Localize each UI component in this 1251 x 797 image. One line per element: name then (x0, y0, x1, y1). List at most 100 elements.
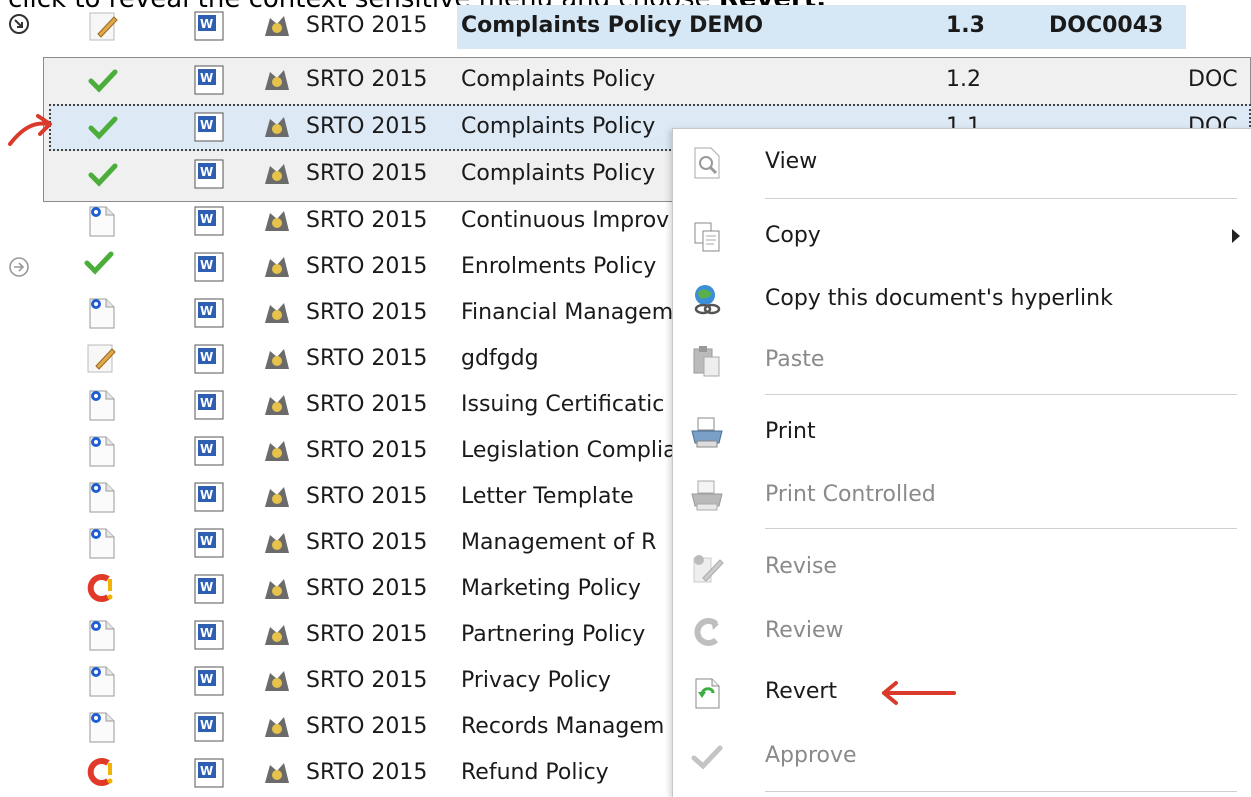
menu-item-label: Revise (765, 554, 837, 579)
folder-label: SRTO 2015 (306, 484, 428, 509)
svg-text:W: W (200, 672, 213, 686)
document-title: Refund Policy (461, 760, 609, 785)
crest-icon (265, 70, 289, 90)
folder-label: SRTO 2015 (306, 530, 428, 555)
svg-text:W: W (200, 212, 213, 226)
crest-icon (262, 667, 292, 699)
menu-separator (765, 394, 1237, 395)
collapse-circle-icon[interactable] (8, 13, 30, 35)
svg-text:W: W (200, 17, 213, 31)
review-warning-icon (84, 571, 118, 609)
crest-icon (262, 529, 292, 561)
folder-label: SRTO 2015 (306, 67, 428, 92)
menu-item-print-controlled[interactable]: Print Controlled (673, 466, 1251, 524)
draft-blue-icon (84, 387, 118, 427)
crest-icon (262, 391, 292, 423)
folder-label: SRTO 2015 (306, 668, 428, 693)
svg-text:W: W (200, 71, 213, 85)
red-arrow-annotation (878, 680, 958, 710)
crest-icon (262, 345, 292, 377)
draft-blue-icon (84, 479, 118, 519)
folder-label: SRTO 2015 (306, 714, 428, 739)
document-title: Records Managem (461, 714, 665, 739)
menu-item-copy-this-document-s-hyperlink[interactable]: Copy this document's hyperlink (673, 270, 1251, 328)
folder-label: SRTO 2015 (306, 161, 428, 186)
document-title: Complaints Policy (461, 114, 656, 139)
word-document-icon: W (192, 250, 226, 288)
word-document-icon: W (192, 710, 226, 748)
crest-icon (262, 253, 292, 285)
print-controlled-icon (689, 478, 725, 514)
menu-item-print[interactable]: Print (673, 403, 1251, 461)
svg-text:W: W (200, 350, 213, 364)
print-icon (689, 415, 725, 451)
word-document-icon: W (192, 296, 226, 334)
hyperlink-icon (689, 282, 725, 318)
expand-circle-icon[interactable] (8, 256, 30, 278)
svg-text:W: W (200, 165, 213, 179)
word-document-icon: W (192, 664, 226, 702)
folder-label: SRTO 2015 (306, 622, 428, 647)
svg-text:W: W (200, 396, 213, 410)
folder-label: SRTO 2015 (306, 13, 428, 38)
menu-item-label: View (765, 149, 818, 174)
crest-icon (262, 575, 292, 607)
document-title: Issuing Certificatic (461, 392, 665, 417)
folder-label: SRTO 2015 (306, 392, 428, 417)
svg-text:W: W (200, 580, 213, 594)
word-document-icon: W (192, 756, 226, 794)
draft-blue-icon (84, 617, 118, 657)
menu-item-label: Print Controlled (765, 482, 936, 507)
menu-item-revise[interactable]: Revise (673, 538, 1251, 596)
crest-icon (262, 713, 292, 745)
folder-label: SRTO 2015 (306, 346, 428, 371)
history-row[interactable]: W SRTO 2015 Complaints Policy 1.2 DOC (0, 57, 1251, 103)
copy-icon (689, 219, 725, 255)
review-icon (689, 614, 725, 650)
svg-text:W: W (200, 626, 213, 640)
menu-item-label: Revert (765, 679, 838, 704)
document-row-demo[interactable]: W SRTO 2015 Complaints Policy DEMO 1.3 D… (0, 3, 1251, 49)
menu-item-paste[interactable]: Paste (673, 331, 1251, 389)
menu-item-view[interactable]: View (673, 133, 1251, 191)
svg-text:W: W (200, 118, 213, 132)
svg-text:W: W (200, 718, 213, 732)
crest-icon (265, 164, 289, 184)
folder-label: SRTO 2015 (306, 208, 428, 233)
crest-icon (265, 117, 289, 137)
revise-icon (689, 550, 725, 586)
draft-blue-icon (84, 525, 118, 565)
menu-item-copy[interactable]: Copy (673, 207, 1251, 265)
document-code: DOC (1188, 67, 1238, 92)
document-title: Management of R (461, 530, 657, 555)
document-title: Partnering Policy (461, 622, 646, 647)
word-document-icon: W (194, 159, 224, 189)
draft-blue-icon (84, 203, 118, 243)
folder-label: SRTO 2015 (306, 576, 428, 601)
svg-text:W: W (200, 258, 213, 272)
draft-blue-icon (84, 709, 118, 749)
menu-item-label: Copy this document's hyperlink (765, 286, 1113, 311)
crest-icon (262, 207, 292, 239)
menu-item-label: Approve (765, 743, 857, 768)
menu-item-revert[interactable]: Revert (673, 663, 1251, 721)
menu-separator (765, 791, 1237, 792)
crest-icon (265, 16, 289, 36)
svg-text:W: W (200, 442, 213, 456)
document-title: Privacy Policy (461, 668, 611, 693)
submenu-arrow-icon (1232, 229, 1240, 243)
crest-icon (262, 437, 292, 469)
svg-text:W: W (200, 534, 213, 548)
approved-check-icon (84, 249, 114, 279)
approved-check-icon (88, 116, 118, 140)
document-title: Legislation Complia (461, 438, 677, 463)
menu-item-review[interactable]: Review (673, 602, 1251, 660)
word-document-icon: W (192, 480, 226, 518)
draft-blue-icon (84, 433, 118, 473)
word-document-icon: W (192, 204, 226, 242)
approved-check-icon (88, 69, 118, 93)
menu-separator (765, 528, 1237, 529)
edit-pencil-icon (84, 341, 118, 379)
word-document-icon: W (192, 618, 226, 656)
menu-item-approve[interactable]: Approve (673, 727, 1251, 785)
